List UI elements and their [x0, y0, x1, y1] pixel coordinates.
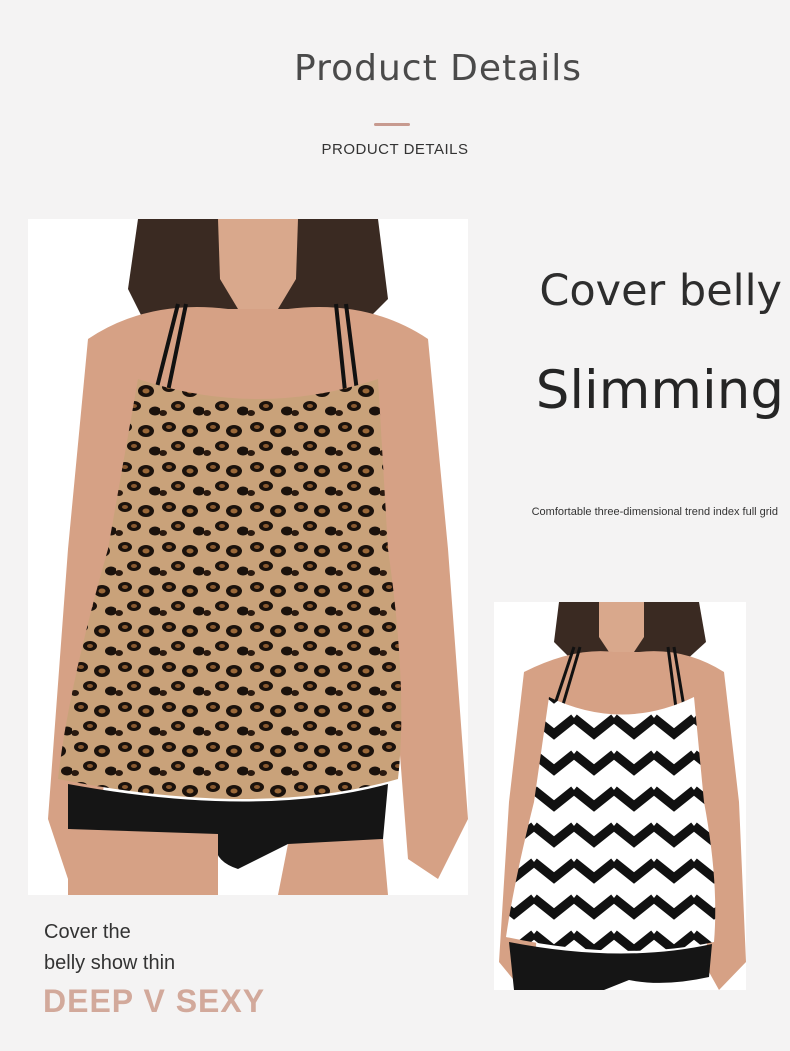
feature-cover-belly: Cover belly	[539, 266, 782, 316]
title-divider	[374, 123, 410, 126]
feature-slimming: Slimming	[535, 360, 784, 421]
page-title: Product Details	[294, 48, 582, 89]
page-subtitle: PRODUCT DETAILS	[321, 141, 469, 158]
caption-line-1: Cover the	[44, 921, 131, 943]
caption-line-2: belly show thin	[44, 952, 176, 974]
chevron-tankini-photo	[494, 602, 746, 990]
feature-tagline: Comfortable three-dimensional trend inde…	[531, 506, 778, 518]
caption-highlight: DEEP V SEXY	[43, 983, 266, 1019]
leopard-tankini-photo	[28, 219, 468, 895]
